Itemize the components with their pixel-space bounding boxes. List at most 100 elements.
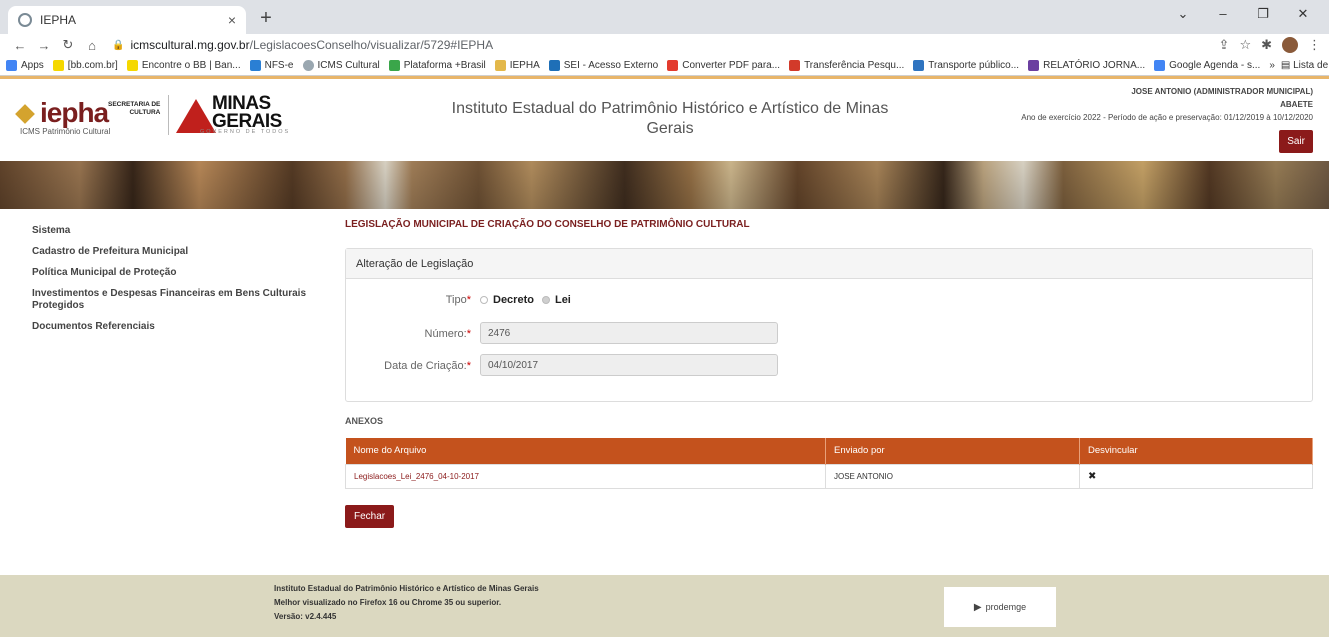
data-row: Data de Criação:* 04/10/2017	[346, 351, 1312, 383]
apps-grid-icon	[6, 60, 17, 71]
relatorio-icon	[1028, 60, 1040, 71]
close-tab-icon[interactable]: ×	[228, 12, 236, 28]
bb-icon	[126, 60, 138, 71]
bookmark-apps[interactable]: Apps	[6, 60, 44, 71]
pdf-icon	[667, 60, 679, 71]
col-nome-arquivo: Nome do Arquivo	[345, 438, 826, 464]
sidebar-item-politica-protecao[interactable]: Política Municipal de Proteção	[32, 267, 312, 279]
bookmark-relatorio[interactable]: RELATÓRIO JORNA...	[1028, 60, 1145, 71]
header-divider	[168, 95, 169, 135]
transporte-icon	[913, 60, 925, 71]
site-header: iepha ICMS Patrimônio Cultural SECRETARI…	[0, 76, 1329, 161]
table-header-row: Nome do Arquivo Enviado por Desvincular	[345, 438, 1313, 464]
bookmark-star-icon[interactable]: ☆	[1239, 37, 1251, 53]
bookmark-converter-pdf[interactable]: Converter PDF para...	[667, 60, 780, 71]
fechar-button[interactable]: Fechar	[345, 504, 395, 528]
bookmark-nfse[interactable]: NFS-e	[249, 60, 294, 71]
footer-institution: Instituto Estadual do Patrimônio Históri…	[274, 584, 539, 593]
header-banner	[0, 161, 1329, 209]
plataforma-icon	[388, 60, 400, 71]
col-desvincular: Desvincular	[1079, 438, 1313, 464]
logout-button[interactable]: Sair	[1279, 130, 1313, 153]
prodemge-logo[interactable]: ▶ prodemge	[944, 587, 1056, 627]
back-icon[interactable]: ←	[8, 38, 32, 53]
address-bar[interactable]: 🔒 icmscultural.mg.gov.br/LegislacoesCons…	[112, 34, 1219, 56]
share-icon[interactable]: ⇪	[1219, 37, 1230, 53]
col-enviado-por: Enviado por	[825, 438, 1080, 464]
page-content: Sistema Cadastro de Prefeitura Municipal…	[0, 209, 1329, 571]
prodemge-arrow-icon: ▶	[973, 601, 982, 613]
bookmark-bb[interactable]: [bb.com.br]	[52, 60, 118, 71]
lock-icon: 🔒	[112, 39, 125, 51]
table-row: Legislacoes_Lei_2476_04-10-2017 JOSE ANT…	[345, 463, 1313, 489]
remove-icon[interactable]: ✖	[1088, 471, 1096, 482]
bookmark-transporte[interactable]: Transporte público...	[913, 60, 1019, 71]
sidebar-item-cadastro-prefeitura[interactable]: Cadastro de Prefeitura Municipal	[32, 246, 312, 258]
footer-version: Versão: v2.4.445	[274, 612, 337, 621]
panel-title: Alteração de Legislação	[346, 249, 1312, 279]
more-bookmarks-icon[interactable]: »	[1269, 60, 1275, 71]
new-tab-button[interactable]: +	[254, 7, 278, 30]
browser-navbar: ← → ↻ ⌂ 🔒 icmscultural.mg.gov.br/Legisla…	[0, 34, 1329, 56]
radio-decreto[interactable]	[480, 296, 488, 304]
logo-word: iepha	[40, 97, 109, 128]
user-name: JOSE ANTONIO (ADMINISTRADOR MUNICIPAL)	[1131, 87, 1313, 96]
profile-avatar[interactable]	[1282, 37, 1298, 53]
tipo-label: Tipo*	[445, 294, 471, 306]
reading-list-button[interactable]: ▤ Lista de leitura	[1281, 60, 1329, 71]
data-criacao-input[interactable]: 04/10/2017	[480, 354, 778, 376]
window-controls: ⌄ – ❐ ✕	[1165, 6, 1321, 22]
diamond-icon	[15, 104, 35, 124]
anexos-title: ANEXOS	[345, 416, 384, 426]
nfse-icon	[249, 60, 261, 71]
close-window-icon[interactable]: ✕	[1285, 6, 1321, 22]
menu-kebab-icon[interactable]: ⋮	[1308, 37, 1321, 53]
sidebar-item-documentos[interactable]: Documentos Referenciais	[32, 321, 312, 333]
bookmark-plataforma-brasil[interactable]: Plataforma +Brasil	[388, 60, 486, 71]
url-path: /LegislacoesConselho/visualizar/5729#IEP…	[249, 38, 494, 52]
legislacao-panel: Alteração de Legislação Tipo* Decreto Le…	[345, 248, 1313, 402]
minas-gerais-logo: MINAS GERAIS GOVERNO DE TODOS	[176, 94, 288, 137]
forward-icon[interactable]: →	[32, 38, 56, 53]
sidebar-item-sistema[interactable]: Sistema	[32, 225, 312, 237]
bookmark-sei[interactable]: SEI - Acesso Externo	[548, 60, 658, 71]
site-title: Instituto Estadual do Patrimônio Históri…	[451, 100, 889, 137]
extensions-icon[interactable]: ✱	[1261, 37, 1272, 53]
sei-icon	[548, 60, 560, 71]
file-link[interactable]: Legislacoes_Lei_2476_04-10-2017	[345, 463, 826, 489]
numero-row: Número:* 2476	[346, 319, 1312, 351]
bookmark-icms-cultural[interactable]: ICMS Cultural	[302, 60, 380, 71]
tipo-radio-group: Decreto Lei	[480, 294, 571, 306]
minimize-icon[interactable]: –	[1205, 6, 1241, 22]
footer-browser-note: Melhor visualizado no Firefox 16 ou Chro…	[274, 598, 502, 607]
data-criacao-label: Data de Criação:*	[384, 360, 471, 372]
tipo-row: Tipo* Decreto Lei	[346, 287, 1312, 319]
numero-label: Número:*	[424, 328, 471, 340]
anexos-table: Nome do Arquivo Enviado por Desvincular …	[345, 438, 1313, 489]
iepha-icon	[494, 60, 506, 71]
radio-lei[interactable]	[541, 296, 550, 304]
bookmark-encontre-bb[interactable]: Encontre o BB | Ban...	[126, 60, 241, 71]
bookmark-transferencia[interactable]: Transferência Pesqu...	[789, 60, 904, 71]
home-icon[interactable]: ⌂	[80, 38, 104, 53]
maximize-icon[interactable]: ❐	[1245, 6, 1281, 22]
calendar-icon	[1154, 60, 1166, 71]
radio-decreto-label: Decreto	[493, 294, 534, 306]
main-area: LEGISLAÇÃO MUNICIPAL DE CRIAÇÃO DO CONSE…	[345, 219, 1313, 528]
radio-lei-label: Lei	[554, 294, 571, 306]
browser-tab[interactable]: IEPHA ×	[8, 6, 246, 34]
tab-search-icon[interactable]: ⌄	[1165, 6, 1201, 22]
numero-input[interactable]: 2476	[480, 322, 778, 344]
site-favicon-icon	[18, 13, 32, 27]
logo-subtitle: ICMS Patrimônio Cultural	[20, 127, 111, 136]
triangle-icon	[176, 99, 216, 133]
reload-icon[interactable]: ↻	[56, 37, 80, 53]
bookmark-google-agenda[interactable]: Google Agenda - s...	[1154, 60, 1260, 71]
sidebar-item-investimentos[interactable]: Investimentos e Despesas Financeiras em …	[32, 288, 312, 312]
tab-title: IEPHA	[40, 13, 77, 27]
bb-icon	[52, 60, 64, 71]
transferencia-icon	[789, 60, 801, 71]
bookmark-iepha[interactable]: IEPHA	[494, 60, 540, 71]
globe-icon	[302, 60, 314, 71]
footer-text: Instituto Estadual do Patrimônio Históri…	[274, 582, 539, 624]
